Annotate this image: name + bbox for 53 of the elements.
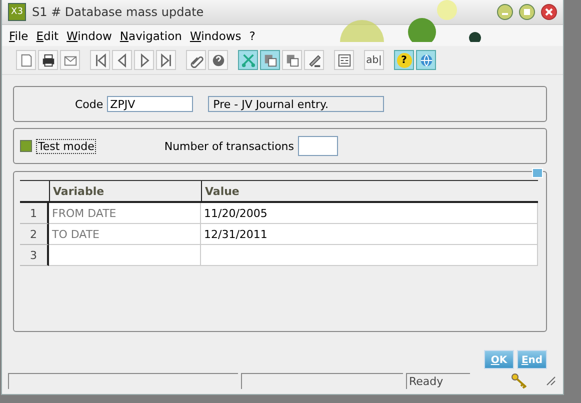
menu-item[interactable]: File xyxy=(9,28,28,42)
row-number: 3 xyxy=(20,245,49,266)
close-icon xyxy=(545,8,553,16)
help-icon xyxy=(210,52,226,68)
pen-icon xyxy=(306,52,322,68)
table-cell: 11/20/2005 xyxy=(201,203,538,224)
last-icon xyxy=(158,52,174,68)
toolbar-button[interactable] xyxy=(186,50,206,70)
row-number: 1 xyxy=(20,203,49,224)
status-text: Ready xyxy=(406,373,470,389)
toolbar-button[interactable] xyxy=(304,50,324,70)
transactions-field[interactable] xyxy=(298,136,338,156)
toolbar-button[interactable] xyxy=(282,50,302,70)
table-cell: 12/31/2011 xyxy=(201,224,538,245)
print-icon xyxy=(40,52,56,68)
minimize-button[interactable] xyxy=(497,4,513,20)
menu-item[interactable]: Window xyxy=(66,28,112,42)
maximize-icon xyxy=(523,8,531,16)
menu-item[interactable]: Edit xyxy=(36,28,59,42)
code-field[interactable]: ZPJV xyxy=(107,96,194,112)
close-button[interactable] xyxy=(541,4,557,20)
toolbar-button[interactable] xyxy=(90,50,110,70)
test-mode-checkbox[interactable] xyxy=(20,140,32,152)
toolbar-button[interactable] xyxy=(260,50,280,70)
copy-icon xyxy=(262,52,278,68)
row-number: 2 xyxy=(20,224,49,245)
table-cell: TO DATE xyxy=(49,224,201,245)
resize-grip-icon[interactable] xyxy=(546,376,556,386)
window-title: S1 # Database mass update xyxy=(32,5,204,19)
toolbar-button[interactable] xyxy=(134,50,154,70)
transactions-label: Number of transactions xyxy=(164,140,294,152)
toolbar-button[interactable] xyxy=(38,50,58,70)
test-mode-label[interactable]: Test mode xyxy=(36,138,96,154)
toolbar-button[interactable] xyxy=(334,50,354,70)
description-field: Pre - JV Journal entry. xyxy=(208,96,384,112)
toolbar-button[interactable] xyxy=(112,50,132,70)
code-label: Code xyxy=(75,98,104,110)
scissors-icon xyxy=(240,52,256,68)
globe-icon xyxy=(418,52,434,68)
toolbar-button[interactable] xyxy=(208,50,228,70)
maximize-button[interactable] xyxy=(519,4,535,20)
key-icon xyxy=(511,373,529,389)
menu-item[interactable]: Navigation xyxy=(120,28,182,42)
form-icon xyxy=(336,52,352,68)
copy-icon xyxy=(284,52,300,68)
toolbar-button[interactable]: ab| xyxy=(364,50,384,70)
page-icon xyxy=(18,52,34,68)
table-cell: FROM DATE xyxy=(49,203,201,224)
menu-item[interactable]: Windows xyxy=(190,28,242,42)
text-field-icon: ab| xyxy=(366,54,382,66)
toolbar-button[interactable] xyxy=(156,50,176,70)
menu-item[interactable]: ? xyxy=(249,28,256,42)
app-logo: X3 xyxy=(8,3,26,21)
